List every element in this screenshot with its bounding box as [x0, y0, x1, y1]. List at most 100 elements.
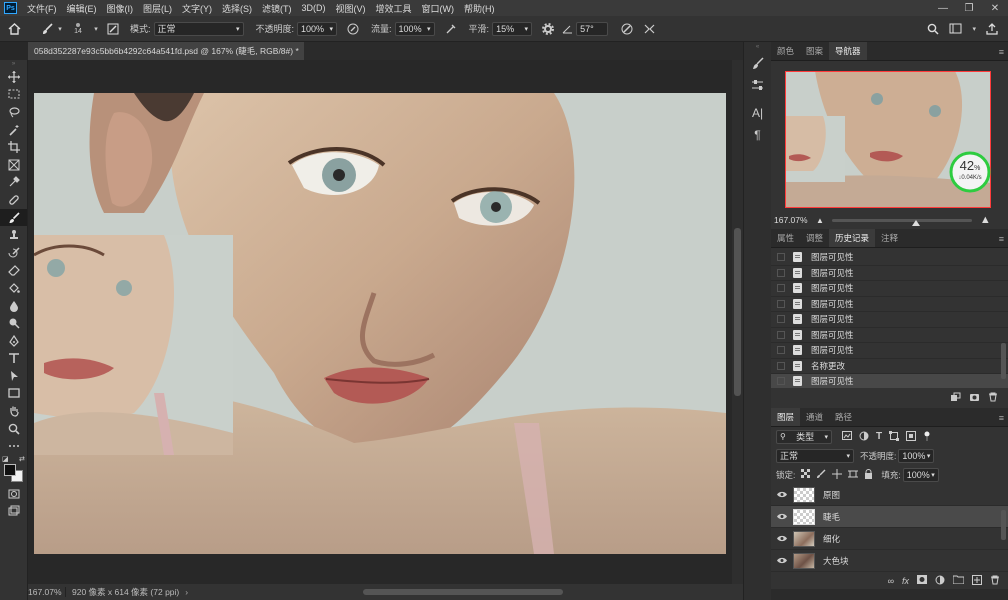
history-item-selected[interactable]: 图层可见性 [771, 374, 1008, 388]
tab-adjustments[interactable]: 调整 [800, 229, 829, 247]
history-item[interactable]: 图层可见性 [771, 343, 1008, 359]
smoothing-input[interactable]: 15% ▾ [492, 21, 533, 36]
layer-style-icon[interactable]: fx [902, 576, 909, 586]
trash-icon[interactable] [990, 575, 1000, 587]
default-colors-icon[interactable]: ◪ [2, 455, 9, 463]
type-tool[interactable] [0, 350, 27, 368]
hand-tool[interactable] [0, 402, 27, 420]
pressure-size-icon[interactable] [616, 23, 638, 35]
lock-all-icon[interactable] [864, 468, 873, 481]
tab-history[interactable]: 历史记录 [829, 229, 876, 247]
gear-icon[interactable] [538, 22, 558, 35]
marquee-tool[interactable] [0, 86, 27, 104]
history-item[interactable]: 图层可见性 [771, 297, 1008, 312]
adjustment-layer-icon[interactable] [935, 575, 945, 587]
brush-settings-dock-icon[interactable] [744, 52, 771, 74]
filter-shape-icon[interactable] [889, 430, 900, 443]
swap-colors-icon[interactable]: ⇄ [19, 455, 25, 463]
brush-preset-icon[interactable] [38, 22, 56, 35]
tab-properties[interactable]: 属性 [771, 229, 800, 247]
zoom-out-icon[interactable]: ▲ [816, 216, 824, 225]
layer-row[interactable]: 细化 [771, 528, 1008, 550]
brush-size-preview[interactable]: 14 [64, 22, 92, 35]
home-icon[interactable] [0, 22, 28, 35]
menu-file[interactable]: 文件(F) [22, 2, 62, 15]
history-scroll-thumb[interactable] [1001, 343, 1006, 379]
angle-input[interactable]: 57° [576, 21, 609, 36]
tab-layers[interactable]: 图层 [771, 408, 801, 426]
rectangle-tool[interactable] [0, 385, 27, 403]
layer-row[interactable]: 大色块 [771, 550, 1008, 572]
brush-tool[interactable] [0, 208, 27, 227]
filter-pixel-icon[interactable] [842, 431, 852, 442]
tab-notes[interactable]: 注释 [875, 229, 904, 247]
menu-3d[interactable]: 3D(D) [297, 3, 331, 13]
pen-tool[interactable] [0, 332, 27, 350]
opacity-input[interactable]: 100% ▾ [297, 21, 338, 36]
restore-icon[interactable]: ❐ [956, 3, 982, 14]
foreground-color[interactable] [4, 464, 16, 477]
lock-pixels-icon[interactable] [816, 469, 826, 481]
search-icon[interactable] [927, 23, 940, 35]
history-source-checkbox[interactable] [777, 315, 785, 324]
eye-icon[interactable] [771, 535, 793, 542]
filter-toggle-icon[interactable] [923, 431, 931, 443]
panel-menu-icon[interactable]: ≡ [999, 413, 1004, 423]
more-tools[interactable] [0, 437, 27, 455]
chevron-right-icon[interactable]: › [185, 587, 188, 597]
quick-select-tool[interactable] [0, 121, 27, 139]
stamp-tool[interactable] [0, 226, 27, 244]
document-tab[interactable]: 058d352287e93c5bb6b4292c64a541fd.psd @ 1… [28, 42, 304, 60]
character-dock-icon[interactable]: A| [744, 102, 771, 124]
close-icon[interactable]: ✕ [982, 3, 1008, 14]
horizontal-scroll-thumb[interactable] [363, 589, 563, 595]
quick-mask-button[interactable] [0, 485, 27, 503]
new-layer-icon[interactable] [972, 574, 982, 587]
dock-grip-icon[interactable]: « [744, 42, 771, 52]
tab-color[interactable]: 颜色 [771, 42, 800, 60]
menu-plugins[interactable]: 增效工具 [371, 2, 417, 15]
paint-bucket-tool[interactable] [0, 279, 27, 297]
blur-tool[interactable] [0, 297, 27, 315]
menu-help[interactable]: 帮助(H) [459, 2, 500, 15]
pressure-opacity-icon[interactable] [343, 23, 363, 35]
blend-mode-select[interactable]: 正常 ▾ [776, 448, 854, 463]
flow-input[interactable]: 100% ▾ [394, 21, 435, 36]
chevron-down-icon[interactable]: ▾ [92, 25, 100, 33]
zoom-slider[interactable] [831, 218, 972, 226]
path-select-tool[interactable] [0, 367, 27, 385]
tab-navigator[interactable]: 导航器 [829, 42, 867, 60]
chevron-down-icon[interactable]: ▾ [56, 25, 64, 33]
navigator-zoom-value[interactable]: 167.07% [774, 215, 810, 225]
history-source-checkbox[interactable] [777, 377, 785, 386]
menu-window[interactable]: 窗口(W) [417, 2, 460, 15]
paragraph-dock-icon[interactable]: ¶ [744, 124, 771, 146]
history-source-checkbox[interactable] [777, 284, 785, 293]
history-brush-tool[interactable] [0, 244, 27, 262]
layer-row-selected[interactable]: 睫毛 [771, 506, 1008, 528]
layers-scroll-thumb[interactable] [1001, 510, 1006, 540]
move-tool[interactable] [0, 68, 27, 86]
menu-type[interactable]: 文字(Y) [177, 2, 217, 15]
camera-icon[interactable] [969, 392, 980, 405]
eye-icon[interactable] [771, 513, 793, 520]
menu-view[interactable]: 视图(V) [331, 2, 371, 15]
workspace-icon[interactable] [949, 23, 962, 34]
horizontal-scrollbar[interactable] [323, 587, 743, 597]
vertical-scroll-thumb[interactable] [734, 228, 741, 396]
history-item[interactable]: 图层可见性 [771, 281, 1008, 297]
menu-filter[interactable]: 滤镜(T) [257, 2, 297, 15]
new-document-from-state-icon[interactable] [950, 392, 961, 405]
lock-position-icon[interactable] [832, 468, 843, 481]
crop-tool[interactable] [0, 138, 27, 156]
brush-settings-icon[interactable] [104, 23, 122, 35]
frame-tool[interactable] [0, 156, 27, 174]
zoom-in-icon[interactable]: ▲ [980, 214, 991, 226]
screen-mode-button[interactable] [0, 503, 27, 521]
mode-select[interactable]: 正常 ▾ [153, 21, 244, 36]
healing-tool[interactable] [0, 191, 27, 209]
menu-edit[interactable]: 编辑(E) [62, 2, 102, 15]
lock-transparency-icon[interactable] [801, 469, 811, 480]
trash-icon[interactable] [988, 392, 998, 405]
history-source-checkbox[interactable] [777, 330, 785, 339]
